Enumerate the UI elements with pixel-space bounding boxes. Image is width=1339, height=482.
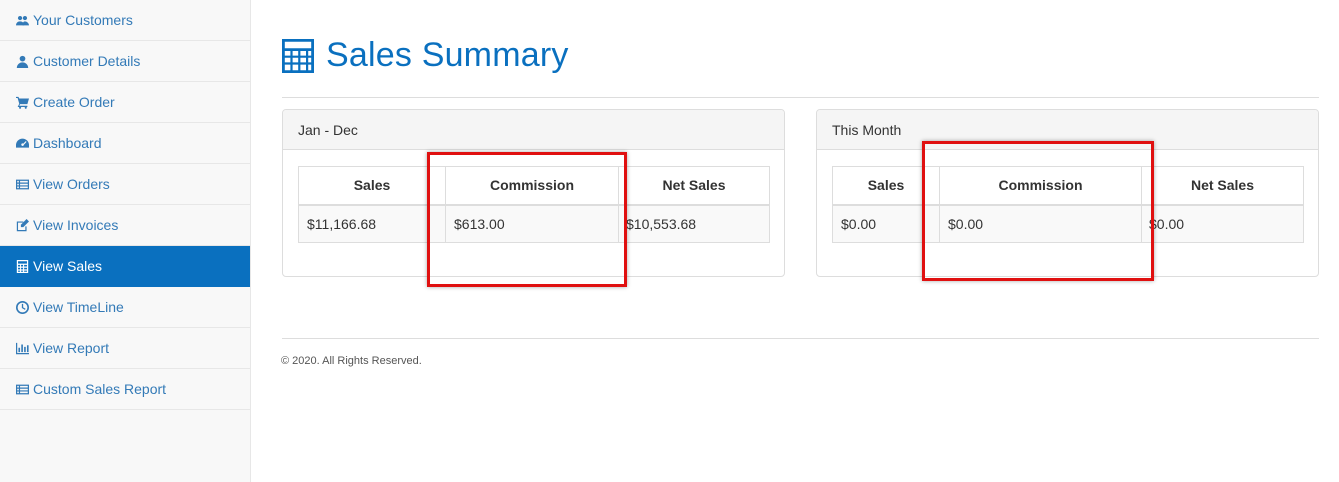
commission-highlight-box-year xyxy=(427,152,627,287)
sidebar-item-label: Create Order xyxy=(33,94,115,110)
sidebar-item-your-customers[interactable]: Your Customers xyxy=(0,0,250,41)
list-icon xyxy=(15,382,29,396)
sidebar-item-create-order[interactable]: Create Order xyxy=(0,82,250,123)
clock-icon xyxy=(15,300,29,314)
sidebar-item-label: Your Customers xyxy=(33,12,133,28)
commission-highlight-box-month xyxy=(922,141,1154,281)
sidebar-item-label: Dashboard xyxy=(33,135,102,151)
sidebar-item-view-report[interactable]: View Report xyxy=(0,328,250,369)
user-icon xyxy=(15,54,29,68)
page-title: Sales Summary xyxy=(326,36,569,74)
sidebar-item-label: View Sales xyxy=(33,258,103,274)
sidebar-item-label: View Invoices xyxy=(33,217,119,233)
footer-copyright: © 2020. All Rights Reserved. xyxy=(281,355,422,367)
edit-icon xyxy=(15,218,29,232)
footer-divider xyxy=(282,338,1319,339)
sidebar-item-view-invoices[interactable]: View Invoices xyxy=(0,205,250,246)
calculator-icon xyxy=(282,38,314,73)
sidebar-item-label: View Orders xyxy=(33,176,110,192)
dashboard-icon xyxy=(15,136,29,150)
column-header-sales: Sales xyxy=(298,166,446,206)
sidebar-item-dashboard[interactable]: Dashboard xyxy=(0,123,250,164)
calculator-icon xyxy=(15,259,29,273)
sidebar-item-customer-details[interactable]: Customer Details xyxy=(0,41,250,82)
sidebar-item-label: Custom Sales Report xyxy=(33,381,167,397)
column-header-net-sales: Net Sales xyxy=(1141,166,1304,206)
sidebar-item-label: View TimeLine xyxy=(33,299,124,315)
sidebar-item-view-timeline[interactable]: View TimeLine xyxy=(0,287,250,328)
users-icon xyxy=(15,13,29,27)
net-sales-value: $0.00 xyxy=(1141,204,1304,243)
sidebar-item-custom-sales-report[interactable]: Custom Sales Report xyxy=(0,369,250,410)
sidebar-item-label: View Report xyxy=(33,340,110,356)
sales-value: $11,166.68 xyxy=(298,204,446,243)
list-icon xyxy=(15,177,29,191)
net-sales-value: $10,553.68 xyxy=(618,204,770,243)
page-header: Sales Summary xyxy=(282,0,1319,98)
sidebar-item-label: Customer Details xyxy=(33,53,141,69)
sidebar: Your Customers Customer Details Create O… xyxy=(0,0,251,482)
panel-heading: Jan - Dec xyxy=(283,110,784,150)
sidebar-item-view-orders[interactable]: View Orders xyxy=(0,164,250,205)
sidebar-item-view-sales[interactable]: View Sales xyxy=(0,246,250,287)
column-header-net-sales: Net Sales xyxy=(618,166,770,206)
bar-chart-icon xyxy=(15,341,29,355)
cart-icon xyxy=(15,95,29,109)
